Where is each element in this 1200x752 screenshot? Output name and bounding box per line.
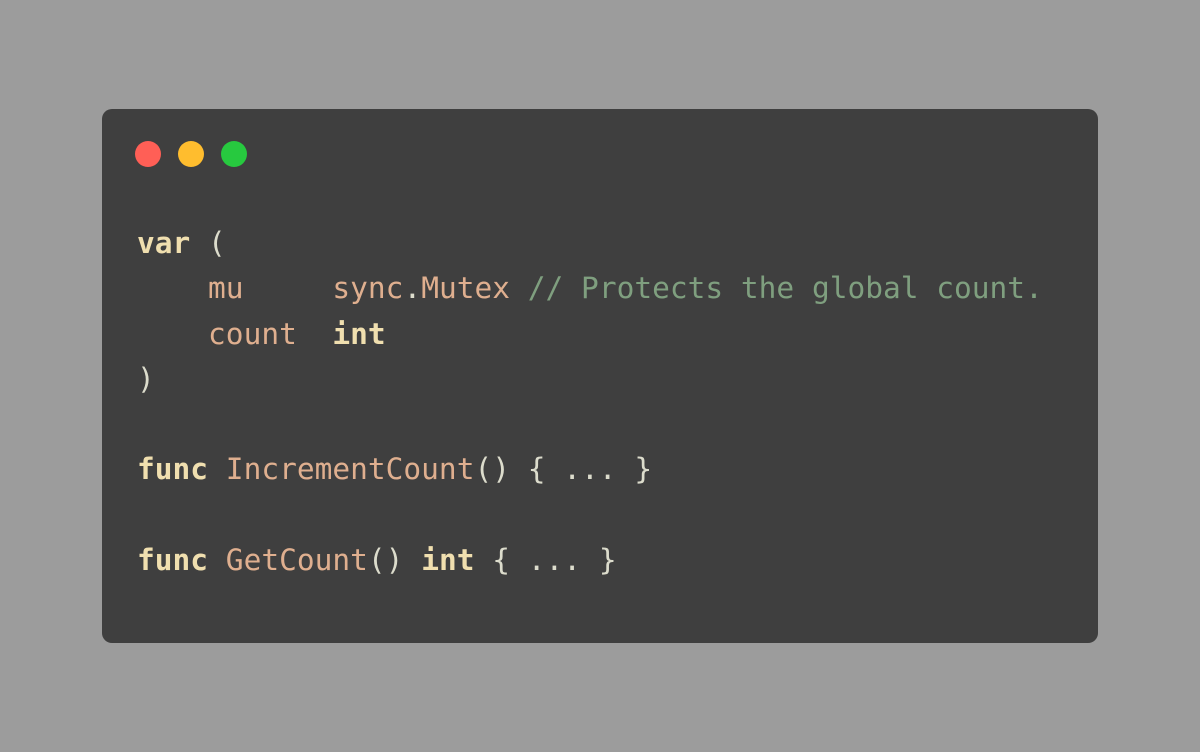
- dot: .: [403, 271, 422, 306]
- var-name-mu: mu: [208, 271, 244, 306]
- package-name: sync: [332, 271, 404, 306]
- type-int: int: [332, 316, 386, 351]
- keyword-var: var: [137, 226, 191, 260]
- close-paren: ): [137, 361, 155, 396]
- var-name-count: count: [208, 316, 297, 351]
- code-block: var ( mu sync.Mutex // Protects the glob…: [137, 221, 1043, 583]
- keyword-func: func: [137, 543, 209, 578]
- code-line-1: var (: [137, 221, 1043, 266]
- code-line-6: func GetCount() int { ... }: [137, 538, 1043, 583]
- keyword-func: func: [137, 452, 209, 487]
- type-name-mutex: Mutex: [421, 271, 511, 306]
- func-params: (): [367, 543, 422, 578]
- func-name-increment: IncrementCount: [208, 452, 475, 487]
- func-name-getcount: GetCount: [208, 543, 368, 578]
- func-body: { ... }: [474, 543, 617, 578]
- return-type-int: int: [421, 543, 475, 578]
- code-window: var ( mu sync.Mutex // Protects the glob…: [102, 109, 1098, 643]
- code-line-4: ): [137, 357, 1043, 402]
- comment: // Protects the global count.: [510, 271, 1043, 306]
- code-line-3: count int: [137, 312, 1043, 357]
- func-body: () { ... }: [474, 452, 653, 487]
- open-paren: (: [190, 226, 226, 260]
- code-line-2: mu sync.Mutex // Protects the global cou…: [137, 266, 1043, 311]
- minimize-icon[interactable]: [178, 141, 204, 167]
- maximize-icon[interactable]: [221, 141, 247, 167]
- close-icon[interactable]: [135, 141, 161, 167]
- code-line-5: func IncrementCount() { ... }: [137, 447, 1043, 492]
